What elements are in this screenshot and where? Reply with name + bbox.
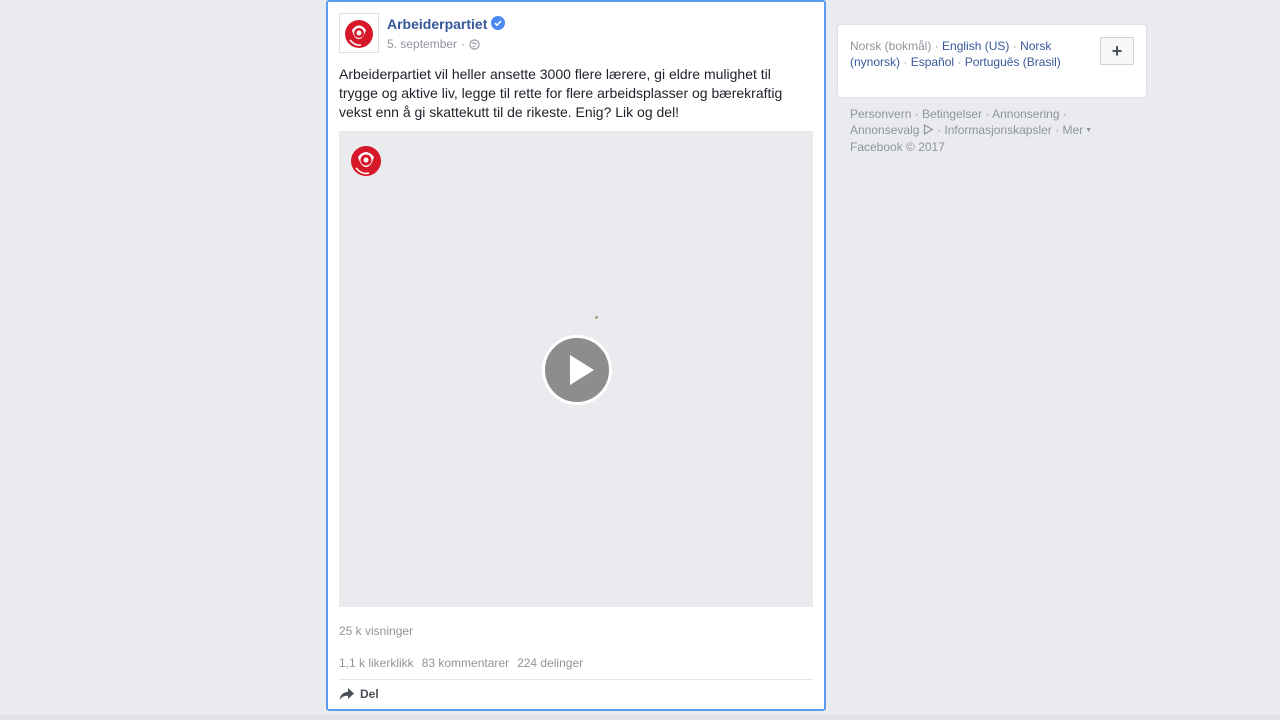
ad-choices-icon bbox=[923, 123, 934, 136]
copyright: Facebook © 2017 bbox=[850, 140, 945, 154]
post-date-link[interactable]: 5. september bbox=[387, 37, 457, 51]
shares-count-link[interactable]: 224 delinger bbox=[517, 656, 583, 670]
meta-separator: · bbox=[461, 37, 466, 51]
language-link-espanol[interactable]: Español bbox=[911, 55, 954, 69]
divider bbox=[339, 679, 813, 680]
play-button[interactable] bbox=[542, 335, 612, 405]
language-link-portugues[interactable]: Português (Brasil) bbox=[965, 55, 1061, 69]
language-list: Norsk (bokmål) · English (US) · Norsk (n… bbox=[850, 39, 1061, 69]
view-count: 25 k visninger bbox=[339, 624, 414, 638]
video-loading-dot bbox=[595, 316, 598, 319]
engagement-stats: 1,1 k likerklikk 83 kommentarer 224 deli… bbox=[339, 656, 583, 670]
globe-icon[interactable] bbox=[469, 38, 480, 50]
post-meta: 5. september · bbox=[387, 37, 480, 51]
add-language-button[interactable]: + bbox=[1100, 37, 1134, 65]
share-label: Del bbox=[360, 687, 379, 701]
page-avatar[interactable] bbox=[339, 13, 379, 53]
rose-logo-icon bbox=[345, 20, 373, 48]
verified-check-icon bbox=[491, 16, 505, 30]
footer-link-ad-choices[interactable]: Annonsevalg bbox=[850, 123, 919, 137]
footer-links: Personvern · Betingelser · Annonsering ·… bbox=[850, 107, 1093, 154]
share-arrow-icon bbox=[339, 688, 354, 700]
share-button[interactable]: Del bbox=[339, 687, 379, 701]
rose-logo-icon bbox=[351, 146, 381, 176]
current-language: Norsk (bokmål) bbox=[850, 39, 932, 53]
footer-link-more[interactable]: Mer ▼ bbox=[1062, 123, 1092, 137]
language-link-english[interactable]: English (US) bbox=[942, 39, 1009, 53]
footer-link-cookies[interactable]: Informasjonskapsler bbox=[944, 123, 1051, 137]
footer-link-advertising[interactable]: Annonsering bbox=[992, 107, 1059, 121]
comments-count-link[interactable]: 83 kommentarer bbox=[422, 656, 509, 670]
bottom-bar bbox=[0, 715, 1280, 720]
likes-count-link[interactable]: 1,1 k likerklikk bbox=[339, 656, 414, 670]
page-name-link[interactable]: Arbeiderpartiet bbox=[387, 16, 487, 32]
language-selector-card: Norsk (bokmål) · English (US) · Norsk (n… bbox=[837, 24, 1147, 98]
chevron-down-icon: ▼ bbox=[1083, 127, 1093, 134]
footer-link-privacy[interactable]: Personvern bbox=[850, 107, 911, 121]
post-message: Arbeiderpartiet vil heller ansette 3000 … bbox=[339, 66, 783, 120]
video-post-card: Arbeiderpartiet 5. september · Arbeiderp… bbox=[326, 0, 826, 711]
video-player[interactable] bbox=[339, 131, 813, 607]
footer-link-terms[interactable]: Betingelser bbox=[922, 107, 982, 121]
